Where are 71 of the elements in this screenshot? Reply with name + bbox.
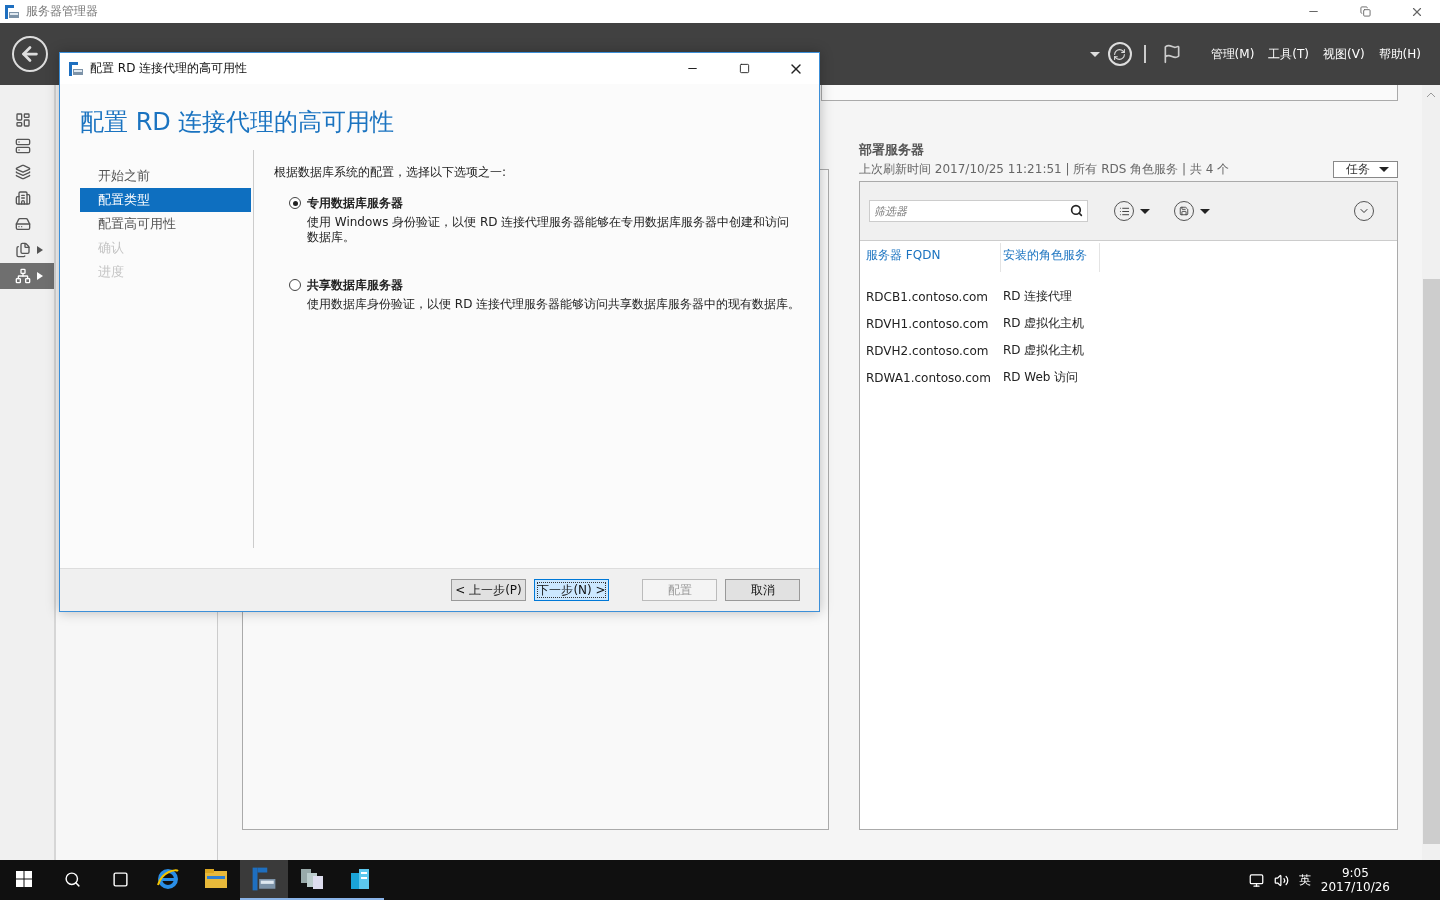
table-cell-text: RD 虚拟化主机 [1001, 315, 1086, 332]
table-cell-text: RDVH1.contoso.com [865, 315, 990, 333]
wizard-step[interactable]: 配置类型 [80, 188, 251, 212]
app-icon [4, 3, 20, 20]
table-cell-text: RDCB1.contoso.com [865, 288, 990, 306]
option-label[interactable]: 共享数据库服务器 [307, 277, 801, 294]
refresh-button[interactable] [1107, 42, 1132, 66]
section-title: 部署服务器 [859, 141, 925, 159]
table-cell-text: RD 连接代理 [1001, 288, 1074, 305]
option-description: 使用数据库身份验证，以便 RD 连接代理服务器能够访问共享数据库服务器中的现有数据库。 [307, 297, 801, 312]
column-header[interactable]: 服务器 FQDN [864, 243, 1001, 272]
files-icon [15, 242, 31, 258]
expand-icon [37, 246, 43, 254]
wizard-step[interactable]: 开始之前 [80, 164, 251, 188]
drive-icon [15, 216, 31, 232]
table-cell-text: RD Web 访问 [1001, 369, 1080, 386]
menu-item[interactable]: 工具(T) [1261, 45, 1317, 63]
network-icon [15, 268, 31, 284]
building-icon [15, 190, 31, 206]
clock[interactable]: 9:05 2017/10/26 [1320, 866, 1390, 894]
network-icon[interactable] [1248, 872, 1264, 888]
dashboard-icon [15, 112, 31, 128]
input-method[interactable]: 英 [1298, 871, 1311, 889]
list-icon [1118, 205, 1130, 217]
layers-icon [15, 164, 31, 180]
server-icon [15, 138, 31, 154]
menu-item[interactable]: 管理(M) [1203, 45, 1262, 63]
option-description: 使用 Windows 身份验证，以便 RD 连接代理服务器能够在专用数据库服务器中创建和访问数据库。 [307, 215, 791, 245]
expand-icon [37, 272, 43, 280]
save-icon [1179, 206, 1189, 216]
dialog-heading: 配置 RD 连接代理的高可用性 [80, 107, 396, 138]
nav-item[interactable] [0, 263, 54, 289]
search-icon [63, 870, 81, 888]
folder-icon [204, 868, 228, 890]
search-icon [1070, 204, 1083, 217]
radio-button[interactable] [289, 279, 301, 291]
dialog-button[interactable]: 取消 [725, 579, 800, 601]
dialog-button[interactable]: 下一步(N) > [534, 579, 609, 601]
dialog-button[interactable]: < 上一步(P) [451, 579, 526, 601]
caret-icon[interactable] [1089, 51, 1100, 57]
table-cell-text: RDWA1.contoso.com [865, 369, 992, 387]
taskbar-app[interactable] [240, 860, 288, 900]
table-cell-text: RD 虚拟化主机 [1001, 342, 1086, 359]
table-cell-text: RDVH2.contoso.com [865, 342, 990, 360]
prompt-text: 根据数据库系统的配置，选择以下选项之一: [274, 164, 508, 181]
menu-item[interactable]: 视图(V) [1316, 45, 1372, 63]
dialog-title: 配置 RD 连接代理的高可用性 [90, 60, 249, 77]
servers-icon [299, 867, 325, 891]
back-button[interactable] [12, 36, 48, 72]
maximize-icon [738, 63, 750, 74]
task-view-icon [111, 870, 129, 888]
windows-icon [16, 871, 32, 887]
app-icon [251, 866, 277, 892]
volume-icon[interactable] [1273, 872, 1289, 888]
option-label[interactable]: 专用数据库服务器 [307, 195, 801, 212]
radio-button[interactable] [289, 197, 301, 209]
caret-icon [1379, 167, 1389, 172]
scrollbar-thumb[interactable] [1422, 279, 1440, 844]
wizard-step[interactable]: 配置高可用性 [80, 212, 251, 236]
tasks-button[interactable]: 任务 [1333, 161, 1398, 178]
building-icon [348, 867, 372, 891]
separator-icon [1143, 45, 1146, 63]
filter-field[interactable]: 筛选器 [869, 200, 1088, 222]
menu-item[interactable]: 帮助(H) [1371, 45, 1428, 63]
column-header[interactable]: 安装的角色服务 [1000, 243, 1100, 272]
browser-icon [156, 867, 180, 891]
app-icon [68, 60, 84, 77]
section-subtitle: 上次刷新时间 2017/10/25 11:21:51 | 所有 RDS 角色服务 | 共 4 个 [859, 161, 1230, 178]
refresh-icon [1113, 47, 1127, 61]
window-title: 服务器管理器 [26, 3, 99, 20]
restore-icon [1359, 6, 1371, 17]
